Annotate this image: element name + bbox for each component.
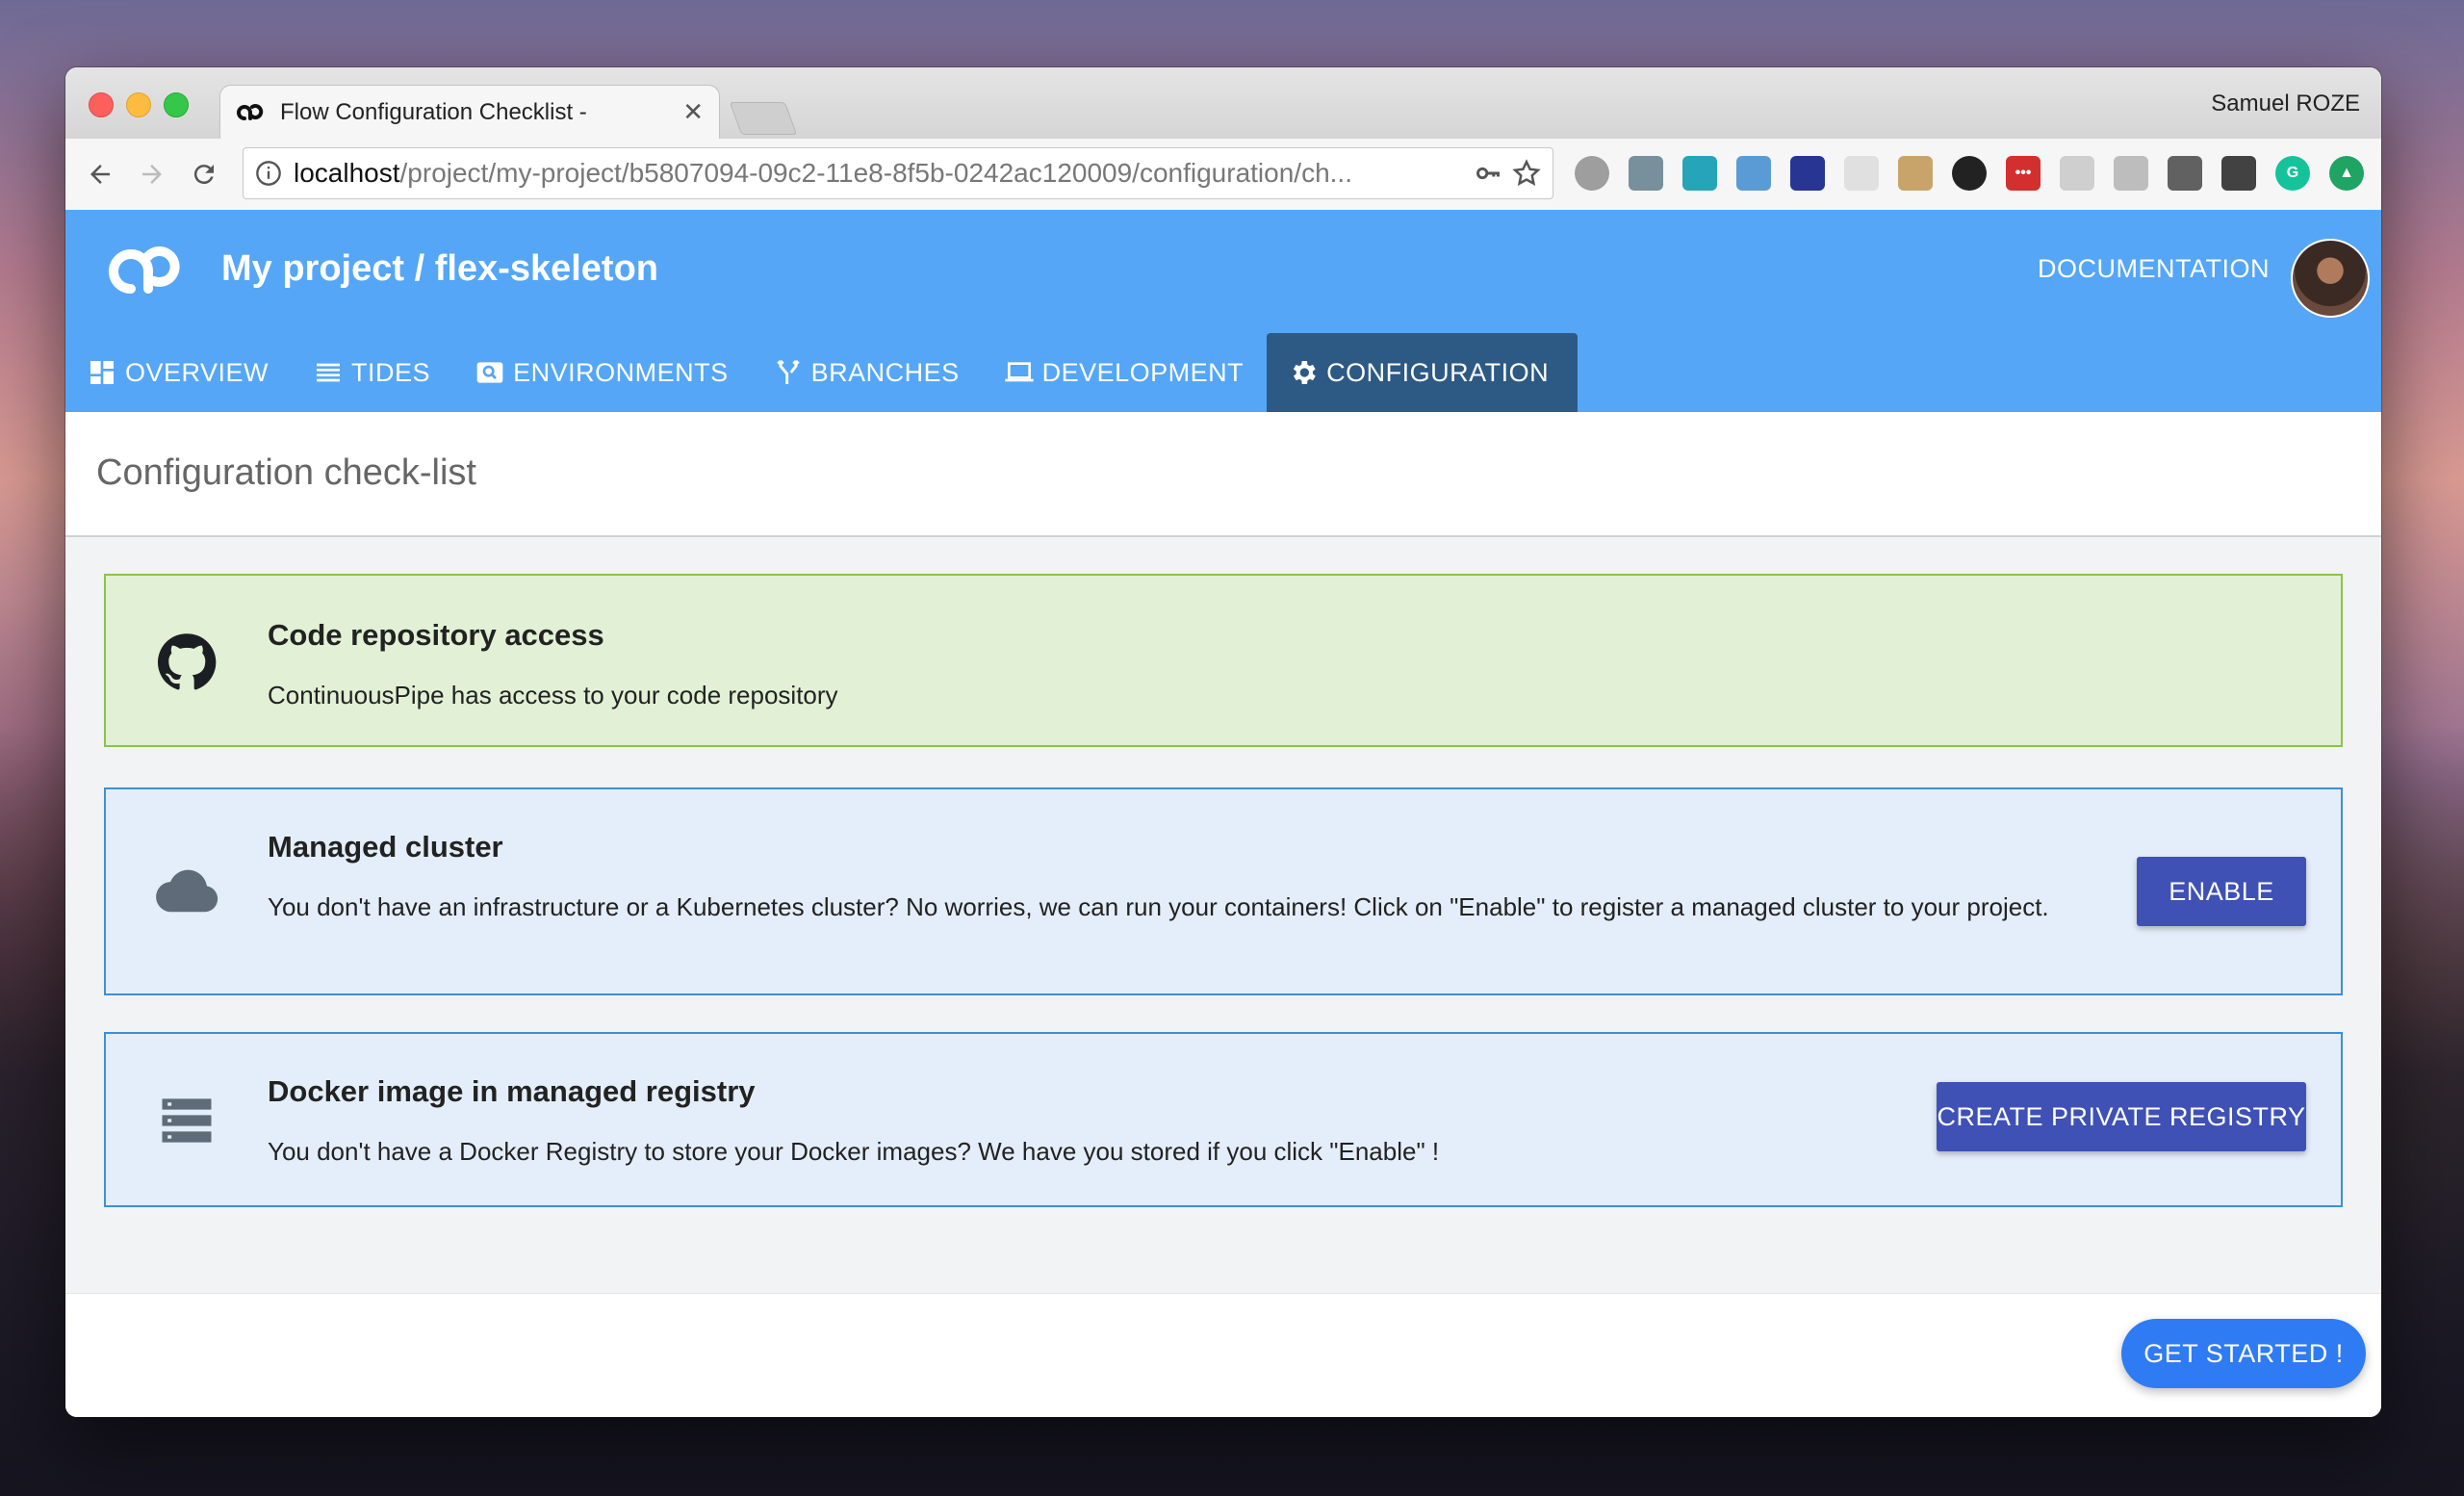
extension-drive-icon[interactable] bbox=[2114, 156, 2148, 191]
tab-development-label: DEVELOPMENT bbox=[1041, 357, 1245, 387]
github-icon bbox=[157, 633, 217, 690]
minimize-window-button[interactable] bbox=[126, 92, 151, 117]
extension-lock-icon[interactable] bbox=[1898, 156, 1933, 191]
checklist-item-code-repository: Code repository access ContinuousPipe ha… bbox=[104, 574, 2343, 747]
checklist-item-title: Docker image in managed registry bbox=[268, 1074, 756, 1108]
environment-search-icon bbox=[476, 362, 503, 383]
laptop-icon bbox=[1004, 362, 1034, 382]
browser-profile-name[interactable]: Samuel ROZE bbox=[2211, 90, 2360, 117]
dashboard-icon bbox=[90, 361, 114, 384]
extension-flame-icon[interactable] bbox=[1952, 156, 1987, 191]
extension-bulb-icon[interactable] bbox=[2221, 156, 2256, 191]
checklist-item-text: You don't have an infrastructure or a Ku… bbox=[268, 892, 2049, 921]
extension-gauge-icon[interactable] bbox=[1790, 156, 1825, 191]
extension-noerrors-icon[interactable] bbox=[1844, 156, 1879, 191]
extension-angular-icon[interactable] bbox=[2060, 156, 2094, 191]
list-icon bbox=[317, 363, 341, 382]
extension-tools-icon[interactable] bbox=[1629, 156, 1663, 191]
key-icon[interactable] bbox=[1474, 159, 1502, 188]
browser-tab-active[interactable]: Flow Configuration Checklist - ✕ bbox=[219, 85, 720, 139]
storage-icon bbox=[162, 1098, 212, 1143]
extension-grammarly-icon[interactable]: G bbox=[2275, 156, 2310, 191]
forward-arrow-icon[interactable] bbox=[133, 155, 171, 193]
url-host: localhost bbox=[294, 158, 400, 188]
project-title: My project / flex-skeleton bbox=[221, 248, 659, 289]
browser-titlebar: Flow Configuration Checklist - ✕ Samuel … bbox=[65, 67, 2381, 139]
continuouspipe-favicon-icon bbox=[237, 103, 264, 120]
tab-environments-label: ENVIRONMENTS bbox=[513, 357, 729, 387]
checklist-item-text: ContinuousPipe has access to your code r… bbox=[268, 681, 838, 709]
browser-toolbar: localhost/project/my-project/b5807094-09… bbox=[65, 139, 2381, 211]
checklist-item-title: Managed cluster bbox=[268, 830, 503, 864]
extension-swirl-icon[interactable] bbox=[1682, 156, 1717, 191]
back-arrow-icon[interactable] bbox=[81, 155, 119, 193]
gear-icon bbox=[1294, 361, 1316, 384]
enable-managed-cluster-button[interactable]: ENABLE bbox=[2137, 857, 2306, 926]
create-private-registry-button[interactable]: CREATE PRIVATE REGISTRY bbox=[1937, 1082, 2306, 1151]
info-icon[interactable] bbox=[255, 160, 282, 187]
tab-overview-label: OVERVIEW bbox=[125, 357, 270, 387]
extension-folder-icon[interactable] bbox=[1736, 156, 1771, 191]
close-window-button[interactable] bbox=[89, 92, 114, 117]
project-nav-tabs: OVERVIEW TIDES ENVIRONMENTS BRANCHES DEV… bbox=[65, 333, 1578, 412]
extension-mail-icon[interactable] bbox=[2168, 156, 2202, 191]
tab-title: Flow Configuration Checklist - bbox=[280, 98, 587, 125]
tab-overview[interactable]: OVERVIEW bbox=[65, 333, 292, 412]
tab-tides[interactable]: TIDES bbox=[292, 333, 453, 412]
zoom-window-button[interactable] bbox=[164, 92, 189, 117]
browser-window: Flow Configuration Checklist - ✕ Samuel … bbox=[65, 67, 2381, 1417]
checklist-item-managed-cluster: Managed cluster You don't have an infras… bbox=[104, 787, 2343, 995]
page-footer: GET STARTED ! bbox=[65, 1293, 2381, 1417]
bookmark-star-icon[interactable] bbox=[1512, 159, 1541, 188]
extension-upload-icon[interactable]: ▲ bbox=[2329, 156, 2364, 191]
address-bar[interactable]: localhost/project/my-project/b5807094-09… bbox=[243, 147, 1553, 199]
tab-branches-label: BRANCHES bbox=[810, 357, 960, 387]
checklist-item-docker-registry: Docker image in managed registry You don… bbox=[104, 1032, 2343, 1207]
extensions-bar: ••• G ▲ bbox=[1575, 156, 2364, 191]
checklist-item-title: Code repository access bbox=[268, 618, 604, 652]
url-text: localhost/project/my-project/b5807094-09… bbox=[294, 158, 1464, 189]
tab-branches[interactable]: BRANCHES bbox=[752, 333, 983, 412]
url-path: /project/my-project/b5807094-09c2-11e8-8… bbox=[399, 158, 1352, 188]
get-started-button[interactable]: GET STARTED ! bbox=[2121, 1319, 2366, 1388]
tab-environments[interactable]: ENVIRONMENTS bbox=[453, 333, 752, 412]
reload-icon[interactable] bbox=[185, 155, 223, 193]
tab-close-icon[interactable]: ✕ bbox=[682, 97, 704, 127]
cloud-icon bbox=[156, 869, 218, 913]
page-header: Configuration check-list bbox=[65, 412, 2381, 537]
branch-merge-icon bbox=[776, 359, 800, 384]
user-avatar[interactable] bbox=[2291, 239, 2370, 318]
page-title: Configuration check-list bbox=[96, 452, 476, 493]
new-tab-button[interactable] bbox=[729, 102, 798, 135]
continuouspipe-logo-icon[interactable] bbox=[106, 235, 187, 302]
tab-configuration[interactable]: CONFIGURATION bbox=[1267, 333, 1578, 412]
extension-gear-icon[interactable] bbox=[1575, 156, 1609, 191]
tab-configuration-label: CONFIGURATION bbox=[1326, 357, 1550, 387]
tab-development[interactable]: DEVELOPMENT bbox=[983, 333, 1268, 412]
extension-lastpass-icon[interactable]: ••• bbox=[2006, 156, 2040, 191]
tab-tides-label: TIDES bbox=[351, 357, 431, 387]
checklist-item-text: You don't have a Docker Registry to stor… bbox=[268, 1137, 1440, 1166]
documentation-link[interactable]: DOCUMENTATION bbox=[2038, 254, 2270, 284]
app-header: My project / flex-skeleton DOCUMENTATION… bbox=[65, 210, 2381, 412]
